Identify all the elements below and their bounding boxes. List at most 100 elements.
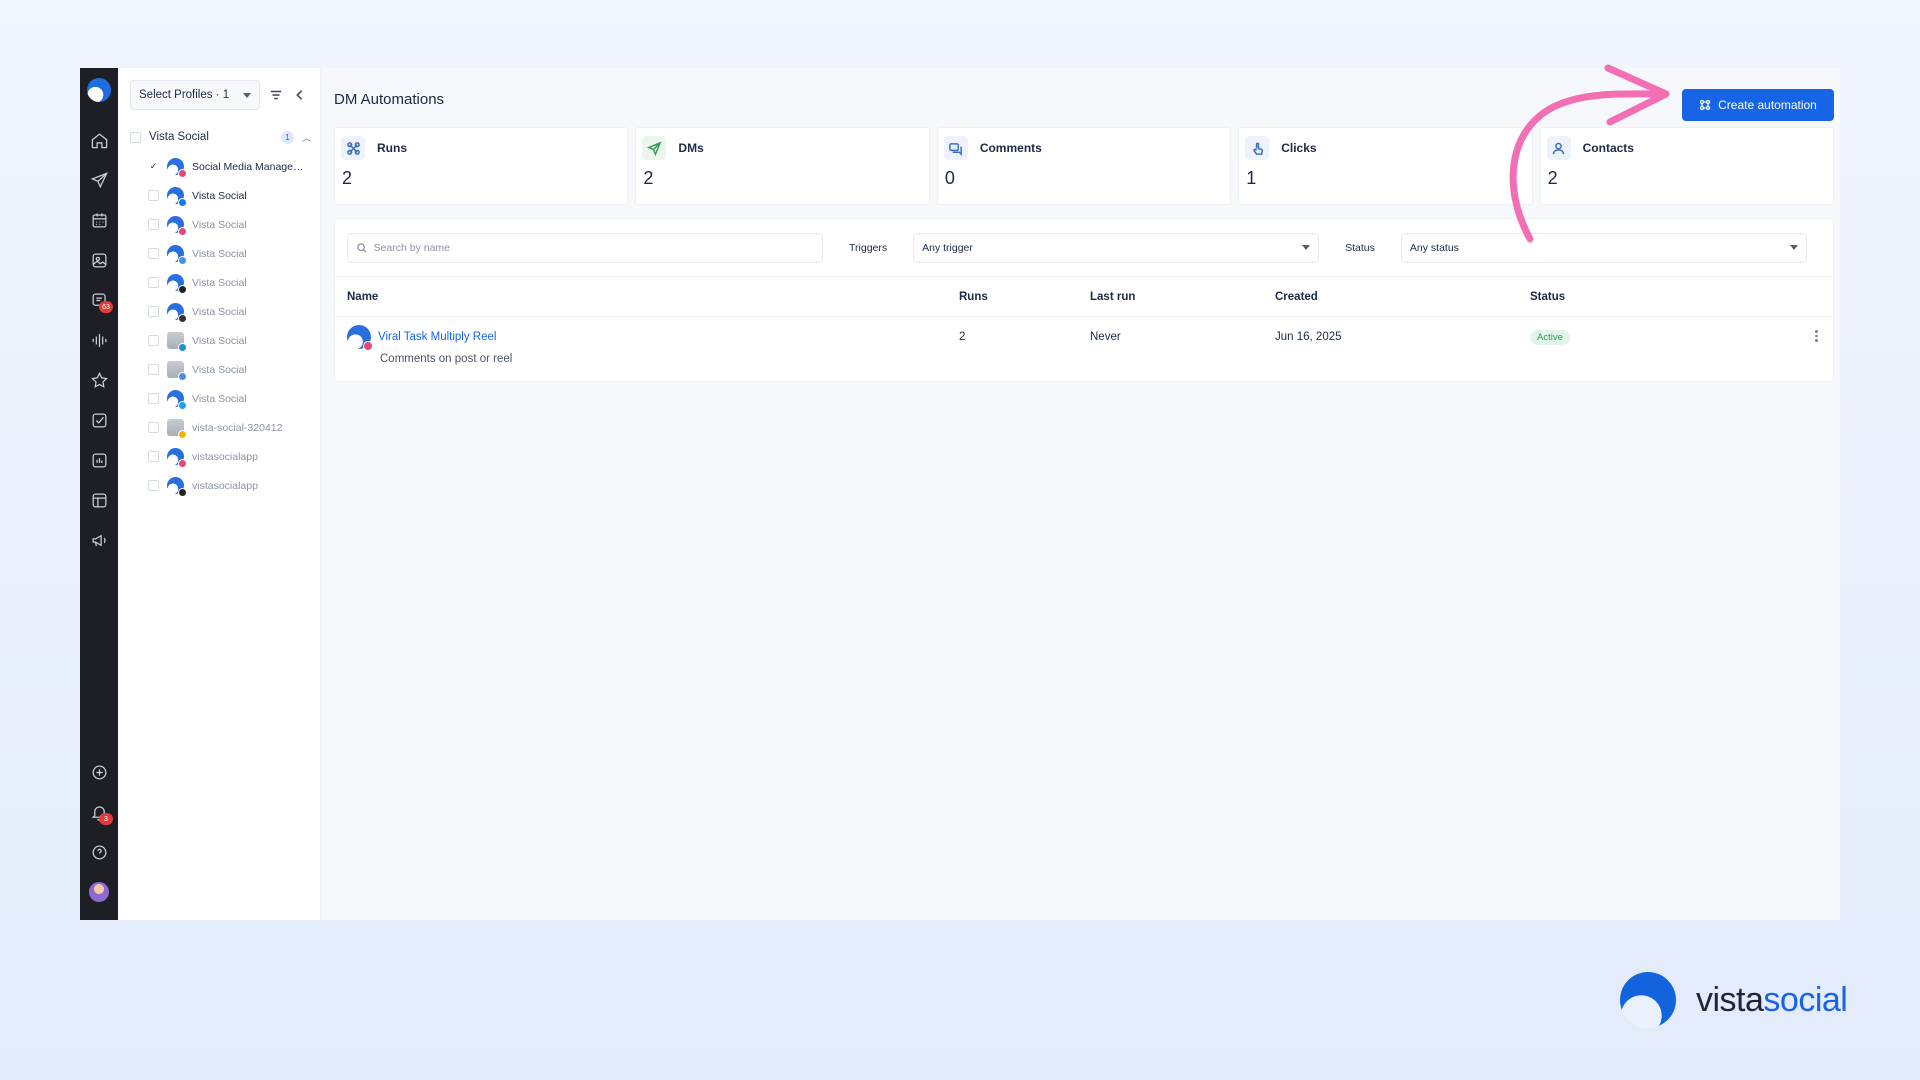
profile-item[interactable]: vistasocialapp: [130, 471, 312, 500]
status-select-value: Any status: [1409, 241, 1459, 254]
table-row[interactable]: Viral Task Multiply Reel 2 Never Jun 16,…: [335, 317, 1833, 381]
chevron-down-icon: [1302, 245, 1311, 250]
star-icon[interactable]: [80, 360, 118, 400]
home-icon[interactable]: [80, 120, 118, 160]
stat-card-clicks: Clicks 1: [1238, 127, 1533, 205]
main-content: DM Automations Create automation Runs 2 DM…: [321, 68, 1840, 920]
profile-checkbox[interactable]: [148, 364, 159, 375]
group-checkbox[interactable]: [130, 131, 141, 143]
stat-card-comments: Comments 0: [936, 127, 1232, 205]
automation-profile-avatar: [347, 325, 373, 351]
network-icon: [178, 401, 187, 410]
profile-avatar: [167, 303, 187, 323]
publish-send-icon[interactable]: [80, 160, 118, 200]
help-icon[interactable]: [80, 832, 118, 872]
search-field[interactable]: [347, 232, 823, 263]
page-title: DM Automations: [334, 90, 445, 108]
network-icon: [178, 256, 187, 265]
media-library-icon[interactable]: [80, 240, 118, 280]
stat-value: 2: [342, 168, 353, 188]
profile-name: Vista Social: [192, 247, 247, 260]
profile-name: vista-social-320412: [192, 421, 283, 434]
profile-checkbox[interactable]: [148, 451, 159, 462]
profile-avatar: [167, 274, 187, 294]
network-icon: [178, 227, 187, 236]
filter-icon[interactable]: [268, 87, 284, 103]
column-header-name[interactable]: Name: [347, 291, 959, 303]
profile-name: Vista Social: [192, 363, 247, 376]
status-select[interactable]: Any status: [1400, 232, 1807, 263]
tasks-icon[interactable]: [80, 400, 118, 440]
profile-item[interactable]: Vista Social: [130, 181, 312, 210]
more-options-icon[interactable]: [1815, 330, 1818, 342]
network-icon: [178, 343, 187, 352]
column-header-created[interactable]: Created: [1275, 291, 1530, 303]
click-icon: [1245, 136, 1270, 160]
profile-item[interactable]: vistasocialapp: [130, 442, 312, 471]
profile-item[interactable]: Social Media Managem...: [130, 152, 312, 181]
contacts-icon: [1546, 136, 1571, 160]
profile-item[interactable]: Vista Social: [130, 326, 312, 355]
trigger-select[interactable]: Any trigger: [913, 232, 1320, 263]
profile-checkbox[interactable]: [148, 422, 159, 433]
profile-name: Vista Social: [192, 218, 247, 231]
profile-checkbox[interactable]: [148, 219, 159, 230]
add-circle-icon[interactable]: [80, 752, 118, 792]
column-header-runs[interactable]: Runs: [959, 291, 1090, 303]
automation-name-link[interactable]: Viral Task Multiply Reel: [378, 331, 496, 343]
profile-item[interactable]: Vista Social: [130, 268, 312, 297]
profile-name: vistasocialapp: [192, 450, 258, 463]
profile-avatar: [167, 187, 187, 207]
profile-item[interactable]: Vista Social: [130, 297, 312, 326]
status-filter-label: Status: [1345, 241, 1375, 254]
profile-avatar: [167, 361, 187, 381]
user-avatar[interactable]: [80, 872, 118, 912]
profile-avatar: [167, 390, 187, 410]
search-icon: [357, 242, 367, 253]
inbox-icon[interactable]: 63: [80, 280, 118, 320]
column-header-status[interactable]: Status: [1530, 291, 1821, 303]
select-profiles-dropdown[interactable]: Select Profiles · 1: [130, 80, 260, 110]
profile-avatar: [167, 448, 187, 468]
search-input[interactable]: [373, 241, 814, 254]
profile-avatar: [167, 158, 187, 178]
network-icon: [178, 198, 187, 207]
profile-checkbox[interactable]: [148, 248, 159, 259]
collapse-panel-icon[interactable]: [292, 87, 308, 103]
automation-icon: [1699, 99, 1711, 111]
group-count-badge: 1: [281, 130, 294, 144]
listening-icon[interactable]: [80, 320, 118, 360]
profile-list: Social Media Managem... Vista Social Vista…: [130, 152, 312, 500]
reports-icon[interactable]: [80, 440, 118, 480]
templates-icon[interactable]: [80, 480, 118, 520]
profile-checkbox[interactable]: [148, 306, 159, 317]
notifications-bell-icon[interactable]: 3: [80, 792, 118, 832]
calendar-icon[interactable]: [80, 200, 118, 240]
create-automation-button[interactable]: Create automation: [1682, 89, 1834, 121]
profile-avatar: [167, 216, 187, 236]
nav-rail: 63 3: [80, 68, 118, 920]
profile-checkbox[interactable]: [148, 277, 159, 288]
profile-checkbox[interactable]: [148, 161, 159, 172]
profile-group-vista-social[interactable]: Vista Social 1 ︿: [130, 128, 312, 146]
network-icon: [178, 372, 187, 381]
profile-item[interactable]: Vista Social: [130, 384, 312, 413]
stat-card-dms: DMs 2: [635, 127, 930, 205]
comments-icon: [943, 136, 968, 160]
vista-social-logo-icon[interactable]: [87, 78, 111, 102]
profile-item[interactable]: Vista Social: [130, 210, 312, 239]
profile-checkbox[interactable]: [148, 393, 159, 404]
profile-checkbox[interactable]: [148, 480, 159, 491]
send-icon: [642, 136, 667, 160]
chevron-down-icon: [1789, 245, 1798, 250]
profile-item[interactable]: Vista Social: [130, 239, 312, 268]
profile-checkbox[interactable]: [148, 190, 159, 201]
profile-item[interactable]: vista-social-320412: [130, 413, 312, 442]
campaign-megaphone-icon[interactable]: [80, 520, 118, 560]
profile-checkbox[interactable]: [148, 335, 159, 346]
chevron-up-icon[interactable]: ︿: [302, 131, 312, 144]
trigger-select-value: Any trigger: [922, 241, 973, 254]
column-header-last-run[interactable]: Last run: [1090, 291, 1275, 303]
profile-item[interactable]: Vista Social: [130, 355, 312, 384]
inbox-badge: 63: [99, 301, 113, 313]
